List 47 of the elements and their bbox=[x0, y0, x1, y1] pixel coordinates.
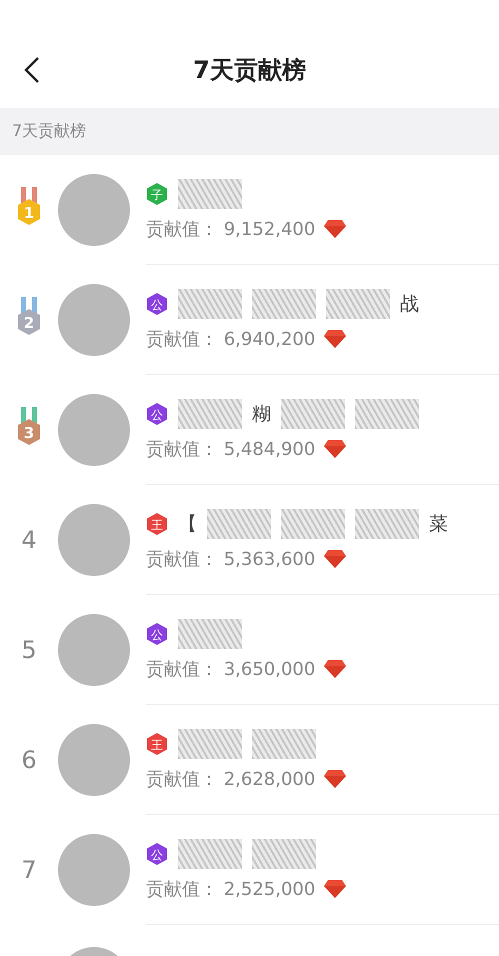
scribbled-name bbox=[178, 178, 242, 208]
back-icon[interactable] bbox=[22, 56, 42, 84]
diamond-icon bbox=[323, 438, 348, 458]
scribbled-name bbox=[281, 508, 345, 538]
name-fragment: 【 bbox=[178, 512, 197, 536]
contribution-value: 贡献值： 3,650,000 bbox=[146, 658, 316, 680]
diamond-icon bbox=[323, 768, 348, 788]
level-badge: 公 bbox=[146, 292, 168, 314]
scribbled-name bbox=[252, 288, 316, 318]
scribbled-name bbox=[178, 838, 242, 868]
scribbled-name bbox=[178, 288, 242, 318]
contribution-value: 贡献值： 2,525,000 bbox=[146, 878, 316, 900]
name-fragment: 糊 bbox=[252, 402, 271, 426]
contribution-value: 贡献值： 6,940,200 bbox=[146, 328, 316, 350]
scribbled-name bbox=[178, 728, 242, 758]
rank-number: 6 bbox=[21, 746, 37, 774]
scribbled-name bbox=[355, 508, 419, 538]
contribution-value: 贡献值： 5,363,600 bbox=[146, 548, 316, 570]
scribbled-name bbox=[281, 398, 345, 428]
scribbled-name bbox=[252, 728, 316, 758]
level-badge: 王 bbox=[146, 732, 168, 754]
scribbled-name bbox=[252, 838, 316, 868]
name-fragment: 战 bbox=[400, 292, 419, 316]
page-title: 7天贡献榜 bbox=[192, 55, 307, 86]
level-badge: 公 bbox=[146, 622, 168, 644]
diamond-icon bbox=[323, 548, 348, 568]
rank-number: 7 bbox=[21, 856, 37, 884]
level-badge: 公 bbox=[146, 402, 168, 424]
diamond-icon bbox=[323, 658, 348, 678]
rank-number: 4 bbox=[21, 526, 37, 554]
diamond-icon bbox=[323, 328, 348, 348]
contribution-value: 贡献值： 9,152,400 bbox=[146, 218, 316, 240]
scribbled-name bbox=[355, 398, 419, 428]
contribution-value: 贡献值： 5,484,900 bbox=[146, 438, 316, 460]
rank-number: 5 bbox=[21, 636, 37, 664]
scribbled-name bbox=[207, 508, 271, 538]
diamond-icon bbox=[323, 218, 348, 238]
name-fragment: 菜 bbox=[429, 512, 448, 536]
scribbled-name bbox=[178, 618, 242, 648]
level-badge: 王 bbox=[146, 512, 168, 534]
section-label: 7天贡献榜 bbox=[12, 121, 86, 142]
scribbled-name bbox=[178, 398, 242, 428]
diamond-icon bbox=[323, 878, 348, 898]
level-badge: 公 bbox=[146, 842, 168, 864]
level-badge: 子 bbox=[146, 182, 168, 204]
scribbled-name bbox=[326, 288, 390, 318]
contribution-value: 贡献值： 2,628,000 bbox=[146, 768, 316, 790]
